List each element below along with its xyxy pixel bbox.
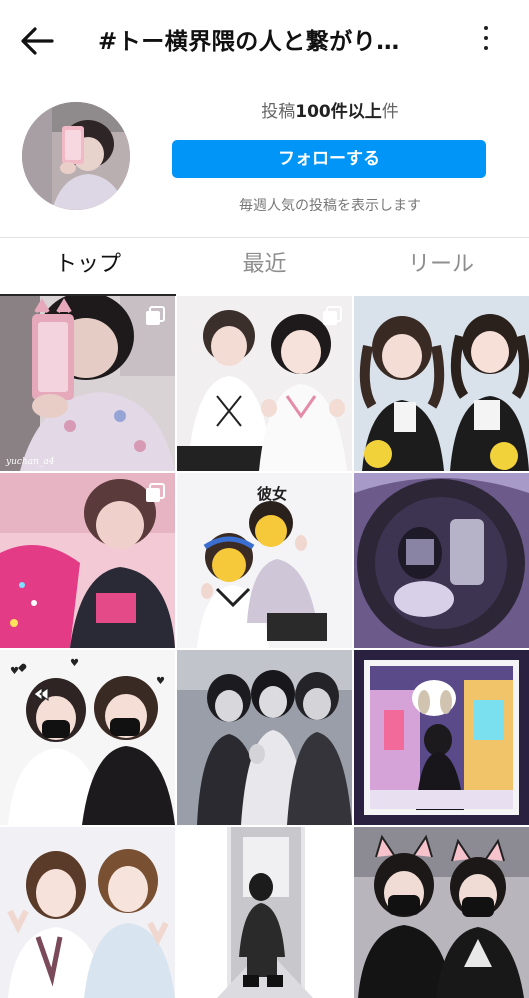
- back-button[interactable]: [18, 24, 58, 58]
- post-thumbnail[interactable]: 彼女: [177, 473, 352, 648]
- post-image: [177, 827, 352, 998]
- tab-recent[interactable]: 最近: [176, 244, 353, 286]
- follow-button[interactable]: フォローする: [172, 140, 486, 178]
- post-image: [177, 650, 352, 825]
- post-thumbnail[interactable]: [177, 296, 352, 471]
- post-image: [354, 473, 529, 648]
- post-thumbnail[interactable]: [354, 650, 529, 825]
- svg-text:♥: ♥: [10, 666, 19, 677]
- carousel-icon: [146, 306, 165, 325]
- post-sticker-text: 彼女: [257, 485, 287, 503]
- post-grid: yuchan_a4 彼女 ♥ ♥ ♥: [0, 296, 529, 998]
- post-thumbnail[interactable]: ♥ ♥ ♥: [0, 650, 175, 825]
- carousel-icon: [146, 483, 165, 502]
- weekly-top-posts-note: 毎週人気の投稿を表示します: [239, 198, 421, 214]
- avatar-image: [22, 102, 130, 210]
- post-thumbnail[interactable]: [177, 650, 352, 825]
- post-image: ♥ ♥ ♥: [0, 650, 175, 825]
- post-thumbnail[interactable]: [0, 827, 175, 998]
- post-thumbnail[interactable]: [177, 827, 352, 998]
- tab-top[interactable]: トップ: [0, 244, 176, 286]
- post-thumbnail[interactable]: [354, 473, 529, 648]
- tab-reels[interactable]: リール: [353, 244, 529, 286]
- post-count: 投稿100件以上件: [261, 102, 399, 122]
- post-thumbnail[interactable]: [0, 473, 175, 648]
- post-image: [0, 827, 175, 998]
- post-thumbnail[interactable]: [354, 296, 529, 471]
- post-image: 彼女: [177, 473, 352, 648]
- post-watermark: yuchan_a4: [5, 457, 55, 467]
- more-options-button[interactable]: [472, 24, 500, 52]
- svg-text:♥: ♥: [156, 676, 165, 687]
- arrow-left-icon: [21, 27, 54, 55]
- top-bar: #トー横界隈の人と繋がり…: [0, 0, 529, 80]
- post-image: [354, 296, 529, 471]
- post-thumbnail[interactable]: yuchan_a4: [0, 296, 175, 471]
- post-image: [354, 650, 529, 825]
- hashtag-avatar[interactable]: [22, 102, 130, 210]
- post-thumbnail[interactable]: [354, 827, 529, 998]
- post-image: [354, 827, 529, 998]
- svg-text:♥: ♥: [70, 658, 79, 669]
- carousel-icon: [323, 306, 342, 325]
- more-vertical-icon: [484, 26, 488, 30]
- divider: [0, 237, 529, 238]
- page-title: #トー横界隈の人と繋がり…: [98, 29, 400, 55]
